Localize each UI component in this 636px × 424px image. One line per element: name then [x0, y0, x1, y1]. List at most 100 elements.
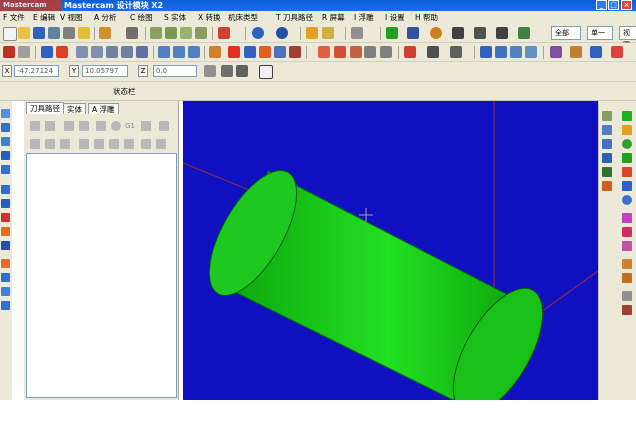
solid-shell-icon[interactable]	[1, 213, 10, 222]
cube-front-icon[interactable]	[180, 27, 192, 39]
solid-box-icon[interactable]	[602, 111, 612, 121]
join-icon[interactable]	[622, 227, 632, 237]
help-bulb-icon[interactable]	[78, 27, 90, 39]
cut-icon[interactable]	[99, 27, 111, 39]
toggle-post-icon[interactable]	[60, 139, 70, 149]
select-dirty-ops-icon[interactable]	[45, 121, 55, 131]
graphics-viewport[interactable]	[183, 101, 598, 400]
mirror-icon[interactable]	[244, 46, 256, 58]
autocursor-icon[interactable]	[221, 65, 233, 77]
print-icon[interactable]	[63, 27, 75, 39]
create-rect-icon[interactable]	[622, 167, 632, 177]
menu-draw[interactable]: C 绘图	[130, 12, 153, 23]
solid-find-icon[interactable]	[1, 287, 10, 296]
tool-icon[interactable]	[404, 46, 416, 58]
analyze-icon[interactable]	[209, 46, 221, 58]
trim-icon[interactable]	[518, 27, 530, 39]
menu-machine-type[interactable]: 机床类型	[228, 12, 258, 23]
menu-analysis[interactable]: A 分析	[94, 12, 117, 23]
cylinder-solid[interactable]	[192, 157, 561, 400]
tplane-icon[interactable]	[602, 167, 612, 177]
single-op-icon[interactable]	[141, 139, 151, 149]
solid-loft-icon[interactable]	[1, 165, 10, 174]
offset-icon[interactable]	[259, 46, 271, 58]
minimize-button[interactable]: _	[596, 0, 607, 10]
fast-point-icon[interactable]	[204, 65, 216, 77]
post-g1-label[interactable]: G1	[125, 121, 135, 131]
sphere-icon[interactable]	[276, 27, 288, 39]
zoom-out-icon[interactable]	[91, 46, 103, 58]
redo-icon[interactable]	[18, 46, 30, 58]
menu-relief[interactable]: I 浮雕	[354, 12, 374, 23]
move-icon[interactable]	[41, 46, 53, 58]
color-icon[interactable]	[611, 46, 623, 58]
select-all-ops-icon[interactable]	[30, 121, 40, 131]
view-iso-icon[interactable]	[602, 125, 612, 135]
fillet-icon[interactable]	[474, 27, 486, 39]
solid-layer-icon[interactable]	[1, 273, 10, 282]
note-icon[interactable]	[622, 273, 632, 283]
create-circle-icon[interactable]	[622, 139, 632, 149]
hatch-icon[interactable]	[622, 291, 632, 301]
rotate-icon[interactable]	[289, 46, 301, 58]
toggle-display-icon[interactable]	[45, 139, 55, 149]
menu-xform[interactable]: X 转换	[198, 12, 221, 23]
solid-trim-icon[interactable]	[1, 227, 10, 236]
axis-icon[interactable]	[602, 181, 612, 191]
create-sphere-icon[interactable]	[622, 195, 632, 205]
close-button[interactable]: ×	[621, 0, 632, 10]
eraser-icon[interactable]	[364, 46, 376, 58]
point-icon[interactable]	[386, 27, 398, 39]
menu-solids[interactable]: S 实体	[164, 12, 186, 23]
grid-icon[interactable]	[318, 46, 330, 58]
shade-icon[interactable]	[218, 27, 230, 39]
open-folder-icon[interactable]	[18, 27, 30, 39]
doc-icon[interactable]	[350, 46, 362, 58]
snap-icon[interactable]	[236, 65, 248, 77]
group-icon[interactable]	[590, 46, 602, 58]
cube-side-icon[interactable]	[195, 27, 207, 39]
select-mode-combo[interactable]: 全部	[551, 26, 581, 40]
zoom-window-icon[interactable]	[56, 46, 68, 58]
circle-icon[interactable]	[430, 27, 442, 39]
menu-edit[interactable]: E 编辑	[33, 12, 55, 23]
regenerate-dirty-icon[interactable]	[79, 121, 89, 131]
zoom-target-icon[interactable]	[136, 46, 148, 58]
solid-chamfer-icon[interactable]	[1, 199, 10, 208]
solid-cube-icon[interactable]	[1, 109, 10, 118]
create-spline-icon[interactable]	[622, 153, 632, 163]
undo-icon[interactable]	[3, 46, 15, 58]
y-coordinate-input[interactable]: 10.05797	[82, 65, 128, 77]
scroll-icon[interactable]	[124, 139, 134, 149]
move-down-icon[interactable]	[79, 139, 89, 149]
view-right-icon[interactable]	[188, 46, 200, 58]
trim-break-icon[interactable]	[622, 213, 632, 223]
solid-boolean-icon[interactable]	[1, 241, 10, 250]
backplot-icon[interactable]	[96, 121, 106, 131]
create-line-icon[interactable]	[622, 125, 632, 135]
lock-icon[interactable]	[30, 139, 40, 149]
pattern-icon[interactable]	[622, 305, 632, 315]
delete-icon[interactable]	[228, 46, 240, 58]
cube-top-icon[interactable]	[165, 27, 177, 39]
pencil-icon[interactable]	[306, 27, 318, 39]
maximize-button[interactable]: □	[608, 0, 619, 10]
save-as-icon[interactable]	[48, 27, 60, 39]
star-icon[interactable]	[322, 27, 334, 39]
zoom-prev-icon[interactable]	[121, 46, 133, 58]
view-front-icon[interactable]	[173, 46, 185, 58]
solid-sweep-icon[interactable]	[1, 151, 10, 160]
solid-manager-icon[interactable]	[1, 301, 10, 310]
create-surface-icon[interactable]	[622, 181, 632, 191]
select-method-combo[interactable]: 单一	[587, 26, 613, 40]
solid-draft-icon[interactable]	[1, 259, 10, 268]
delete-ops-icon[interactable]	[159, 121, 169, 131]
window-select-icon[interactable]	[510, 46, 522, 58]
machine-icon[interactable]	[427, 46, 439, 58]
highfeed-icon[interactable]	[141, 121, 151, 131]
move-up-icon[interactable]	[94, 139, 104, 149]
chamfer-icon[interactable]	[496, 27, 508, 39]
settings-icon[interactable]	[450, 46, 462, 58]
select-icon[interactable]	[480, 46, 492, 58]
help-icon[interactable]	[259, 65, 273, 79]
